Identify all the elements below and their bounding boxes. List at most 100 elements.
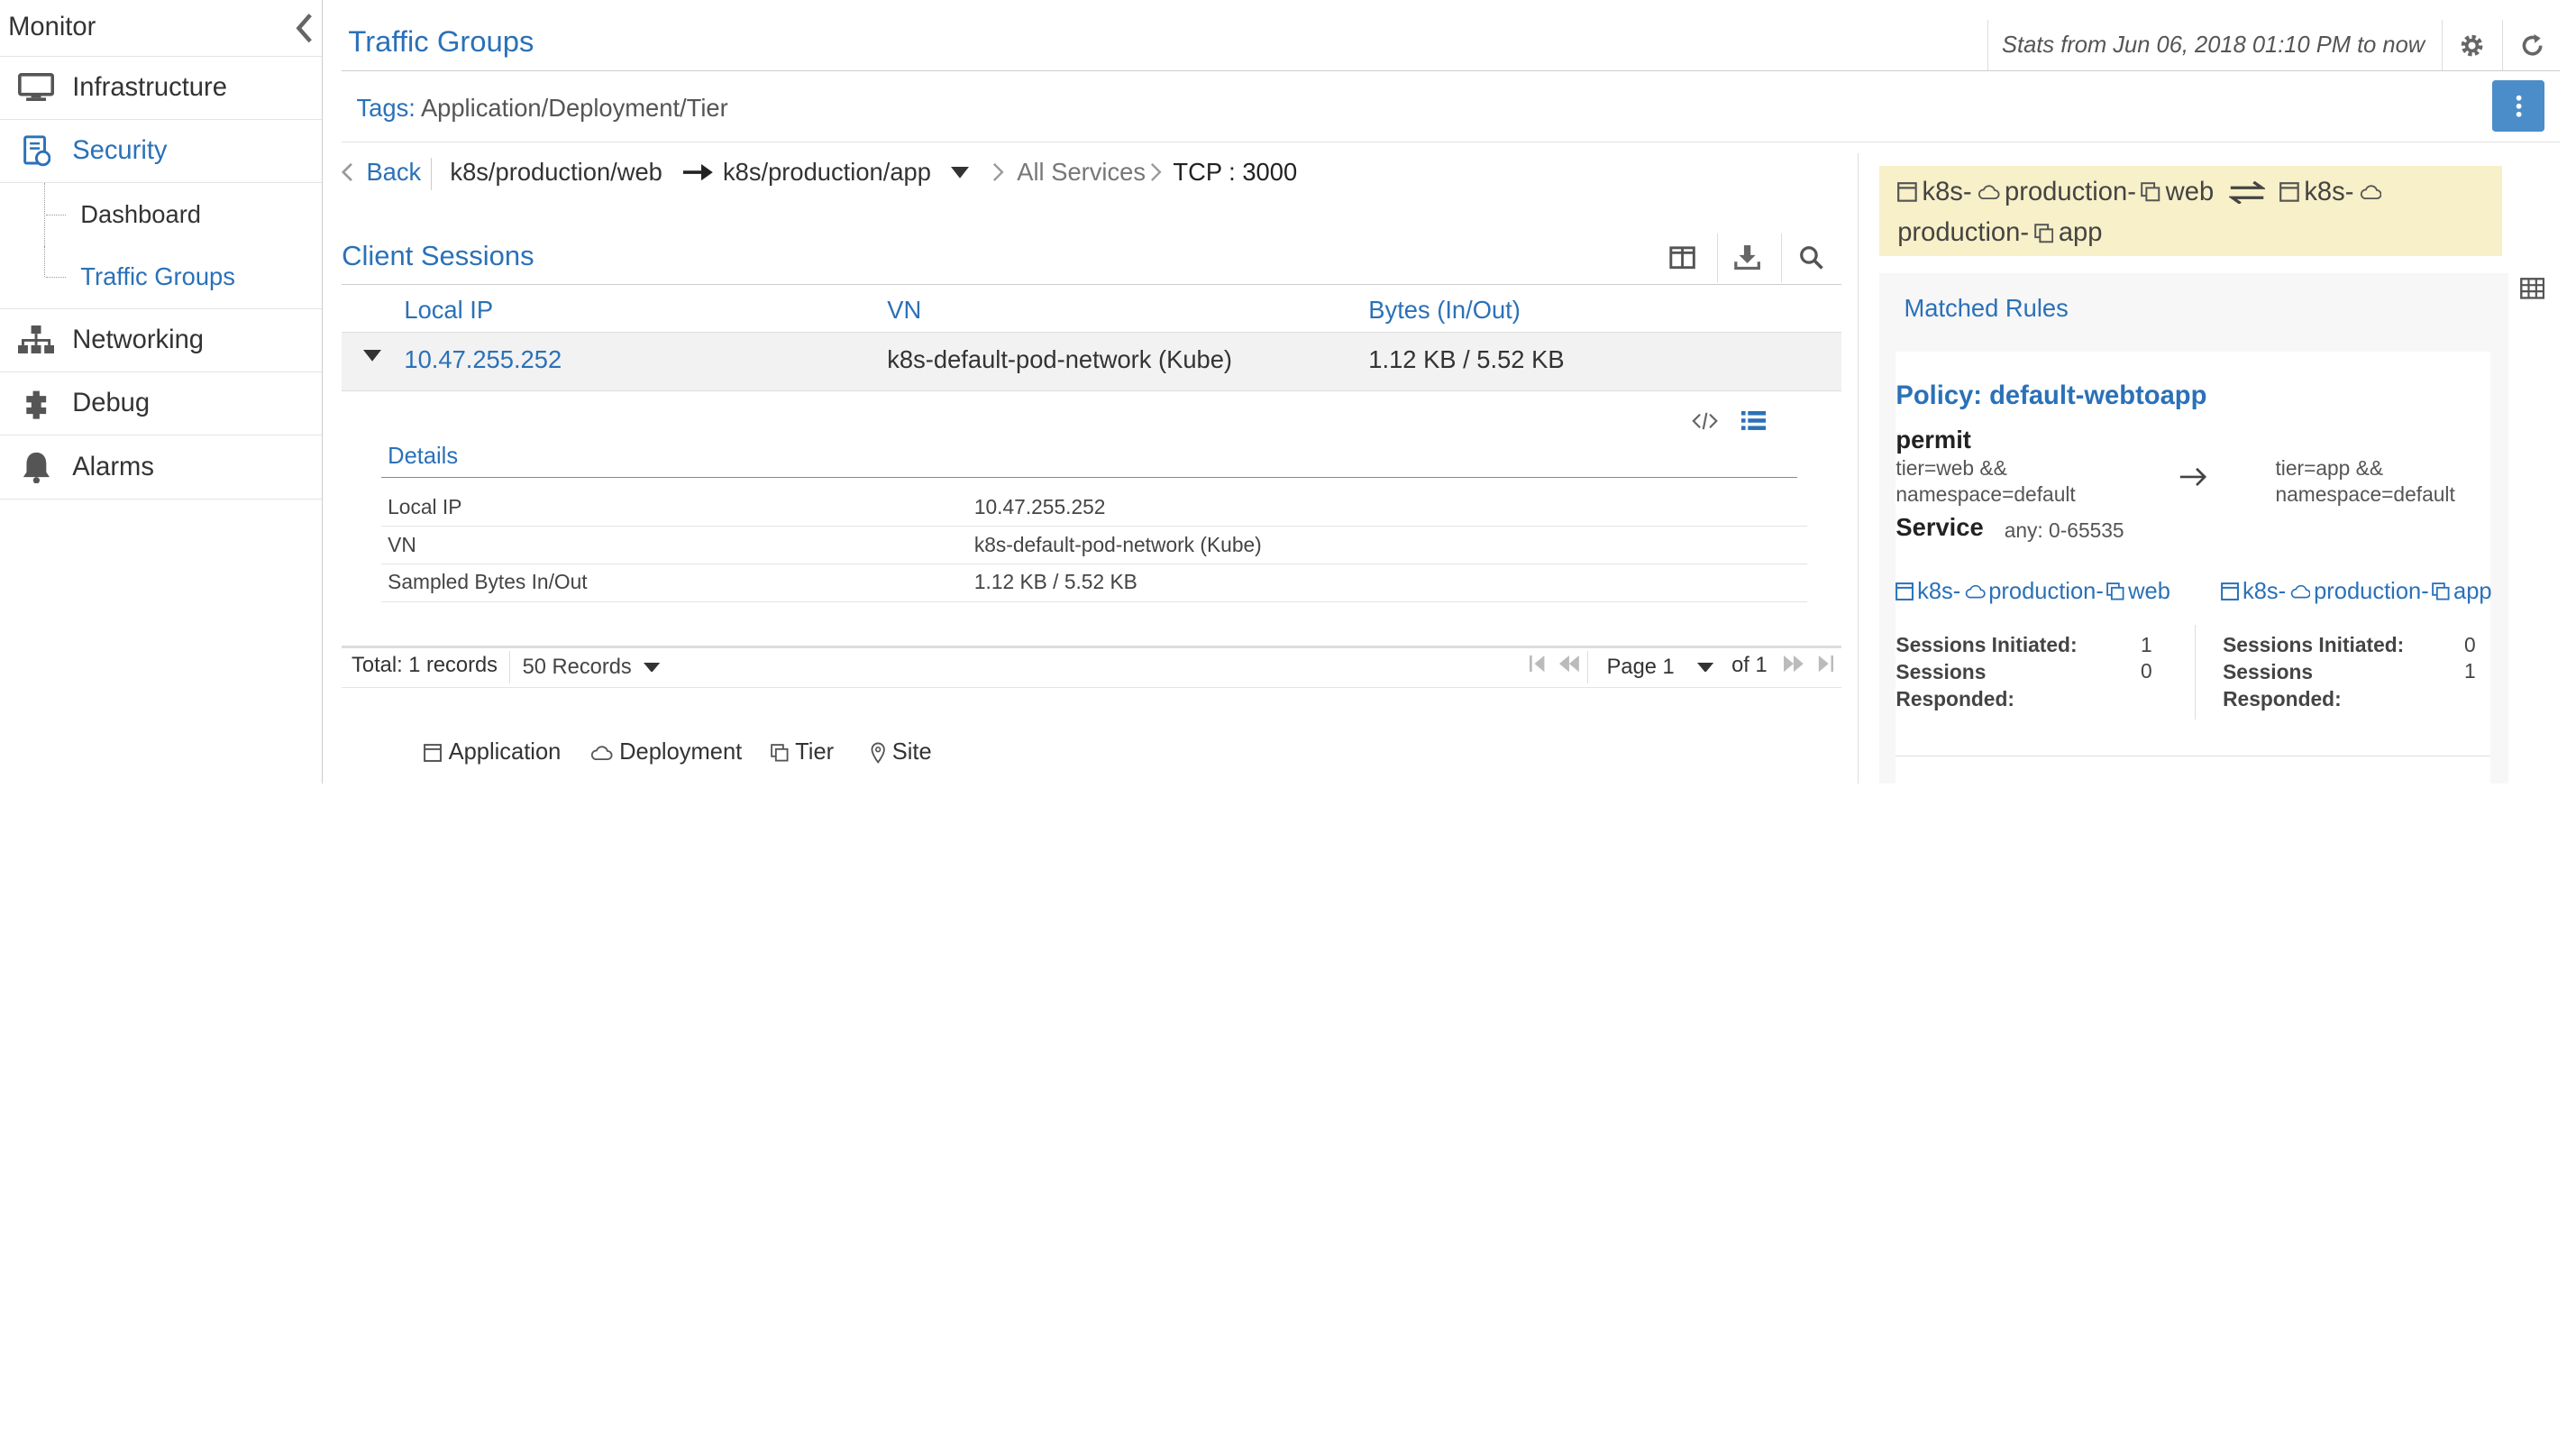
map-pin-icon <box>871 742 885 764</box>
tier-icon <box>771 743 789 762</box>
tier-icon <box>2141 182 2160 202</box>
sidebar-item-infrastructure[interactable]: Infrastructure <box>0 57 323 121</box>
more-options-button[interactable] <box>2492 80 2545 132</box>
prev-page-icon[interactable] <box>1558 655 1579 673</box>
list-view-button[interactable] <box>1741 410 1767 431</box>
export-button[interactable] <box>1716 233 1777 283</box>
page-count: of 1 <box>1731 654 1768 678</box>
dst-node-tier: app <box>2453 578 2492 604</box>
tier-icon <box>2106 582 2124 600</box>
src-node-tier: web <box>2128 578 2170 604</box>
legend-site: Site <box>871 739 932 765</box>
dest-dropdown-button[interactable] <box>951 156 970 188</box>
src-node-link[interactable]: k8s- production- web <box>1895 579 2170 605</box>
collapse-sidebar-button[interactable] <box>286 0 322 56</box>
back-link[interactable]: Back <box>366 156 421 188</box>
sidebar-subitem-traffic-groups[interactable]: Traffic Groups <box>0 245 322 308</box>
breadcrumb-services[interactable]: All Services <box>1017 156 1146 188</box>
rule-dst-match-line: namespace=default <box>2275 482 2455 507</box>
flow-src-app: k8s- <box>1922 177 1972 206</box>
sidebar-subitem-dashboard[interactable]: Dashboard <box>0 183 322 246</box>
page-dropdown[interactable] <box>1696 662 1714 673</box>
breadcrumb-source[interactable]: k8s/production/web <box>450 156 662 188</box>
stats-divider <box>2195 624 2196 720</box>
monitor-icon <box>0 73 72 103</box>
application-icon <box>2221 582 2240 601</box>
pager-bottom-border <box>342 686 1842 688</box>
cell-bytes: 1.12 KB / 5.52 KB <box>1368 344 1565 373</box>
src-node-deployment: production- <box>1988 578 2104 604</box>
breadcrumb-dest[interactable]: k8s/production/app <box>723 156 931 188</box>
details-value: 10.47.255.252 <box>973 494 1106 518</box>
page-size-dropdown[interactable] <box>644 662 661 673</box>
column-header-bytes[interactable]: Bytes (In/Out) <box>1368 296 1521 325</box>
first-page-icon[interactable] <box>1529 655 1546 673</box>
refresh-button[interactable] <box>2501 19 2562 71</box>
panel-divider <box>1858 152 1859 784</box>
stat-label: Sessions Initiated: <box>2223 632 2405 656</box>
details-row: VN k8s-default-pod-network (Kube) <box>380 526 1807 565</box>
sidebar-item-security[interactable]: Security <box>0 120 323 184</box>
chevron-right-icon <box>1150 156 1162 188</box>
stats-range[interactable]: Stats from Jun 06, 2018 01:10 PM to now <box>1987 19 2425 71</box>
search-button[interactable] <box>1780 233 1841 283</box>
flow-summary-line-1: k8s- production- web k8s- <box>1897 177 2382 207</box>
arrow-right-icon <box>2179 467 2208 487</box>
page-size-select[interactable]: 50 Records <box>523 655 632 680</box>
tags-label: Tags: <box>356 93 416 122</box>
sidebar-item-debug[interactable]: Debug <box>0 372 323 436</box>
stat-label: Sessions <box>2223 659 2314 683</box>
page-select[interactable]: Page 1 <box>1607 655 1675 680</box>
caret-down-icon <box>1696 662 1714 673</box>
flow-summary-line-2: production- app <box>1897 218 2102 248</box>
table-icon <box>2520 278 2545 299</box>
list-icon <box>1741 410 1767 430</box>
legend-label: Tier <box>795 739 835 765</box>
details-title: Details <box>388 444 459 470</box>
refresh-icon <box>2522 33 2543 56</box>
settings-button[interactable] <box>2441 19 2502 71</box>
last-page-icon[interactable] <box>1817 655 1834 673</box>
cell-local-ip[interactable]: 10.47.255.252 <box>404 345 562 374</box>
details-value: 1.12 KB / 5.52 KB <box>973 570 1137 594</box>
details-divider <box>380 476 1798 478</box>
application-icon <box>1895 582 1914 601</box>
bidirectional-arrow-icon <box>2228 180 2265 205</box>
sidebar-header: Monitor <box>0 0 323 57</box>
legend-label: Deployment <box>619 739 743 765</box>
sidebar-item-alarms[interactable]: Alarms <box>0 435 323 500</box>
column-header-local-ip[interactable]: Local IP <box>404 296 493 325</box>
cloud-icon <box>2290 584 2311 599</box>
tier-icon <box>2432 582 2450 600</box>
rule-dst-match: tier=app && namespace=default <box>2275 455 2454 508</box>
src-initiated-value: 1 <box>2140 632 2152 656</box>
dst-node-deployment: production- <box>2314 578 2429 604</box>
legend-tier: Tier <box>771 739 834 765</box>
legend-deployment: Deployment <box>589 739 742 765</box>
rule-src-match: tier=web && namespace=default <box>1895 455 2075 508</box>
flow-src-tier: web <box>2165 177 2215 206</box>
sidebar-item-label: Infrastructure <box>72 73 227 103</box>
json-view-button[interactable] <box>1692 411 1719 431</box>
stat-label: Responded: <box>2223 687 2342 711</box>
cloud-icon <box>1978 185 2000 200</box>
legend-application: Application <box>424 739 561 765</box>
flow-dst-tier: app <box>2058 218 2103 248</box>
sidebar-item-networking[interactable]: Networking <box>0 309 323 373</box>
arrow-right-icon <box>683 156 714 188</box>
legend-label: Application <box>448 739 562 765</box>
pager-divider <box>1586 650 1588 684</box>
column-header-vn[interactable]: VN <box>887 296 921 325</box>
pager-top-border <box>342 646 1842 648</box>
columns-button[interactable] <box>1653 234 1713 283</box>
legend-label: Site <box>891 739 932 765</box>
columns-icon <box>1669 246 1695 270</box>
cloud-icon <box>2360 185 2382 200</box>
row-collapse-button[interactable] <box>362 350 381 363</box>
details-label: VN <box>388 532 416 556</box>
policy-name[interactable]: Policy: default-webtoapp <box>1895 381 2206 411</box>
table-view-button[interactable] <box>2520 278 2545 299</box>
next-page-icon[interactable] <box>1784 655 1804 673</box>
details-label: Sampled Bytes In/Out <box>388 570 588 594</box>
dst-node-link[interactable]: k8s- production- app <box>2221 578 2492 605</box>
